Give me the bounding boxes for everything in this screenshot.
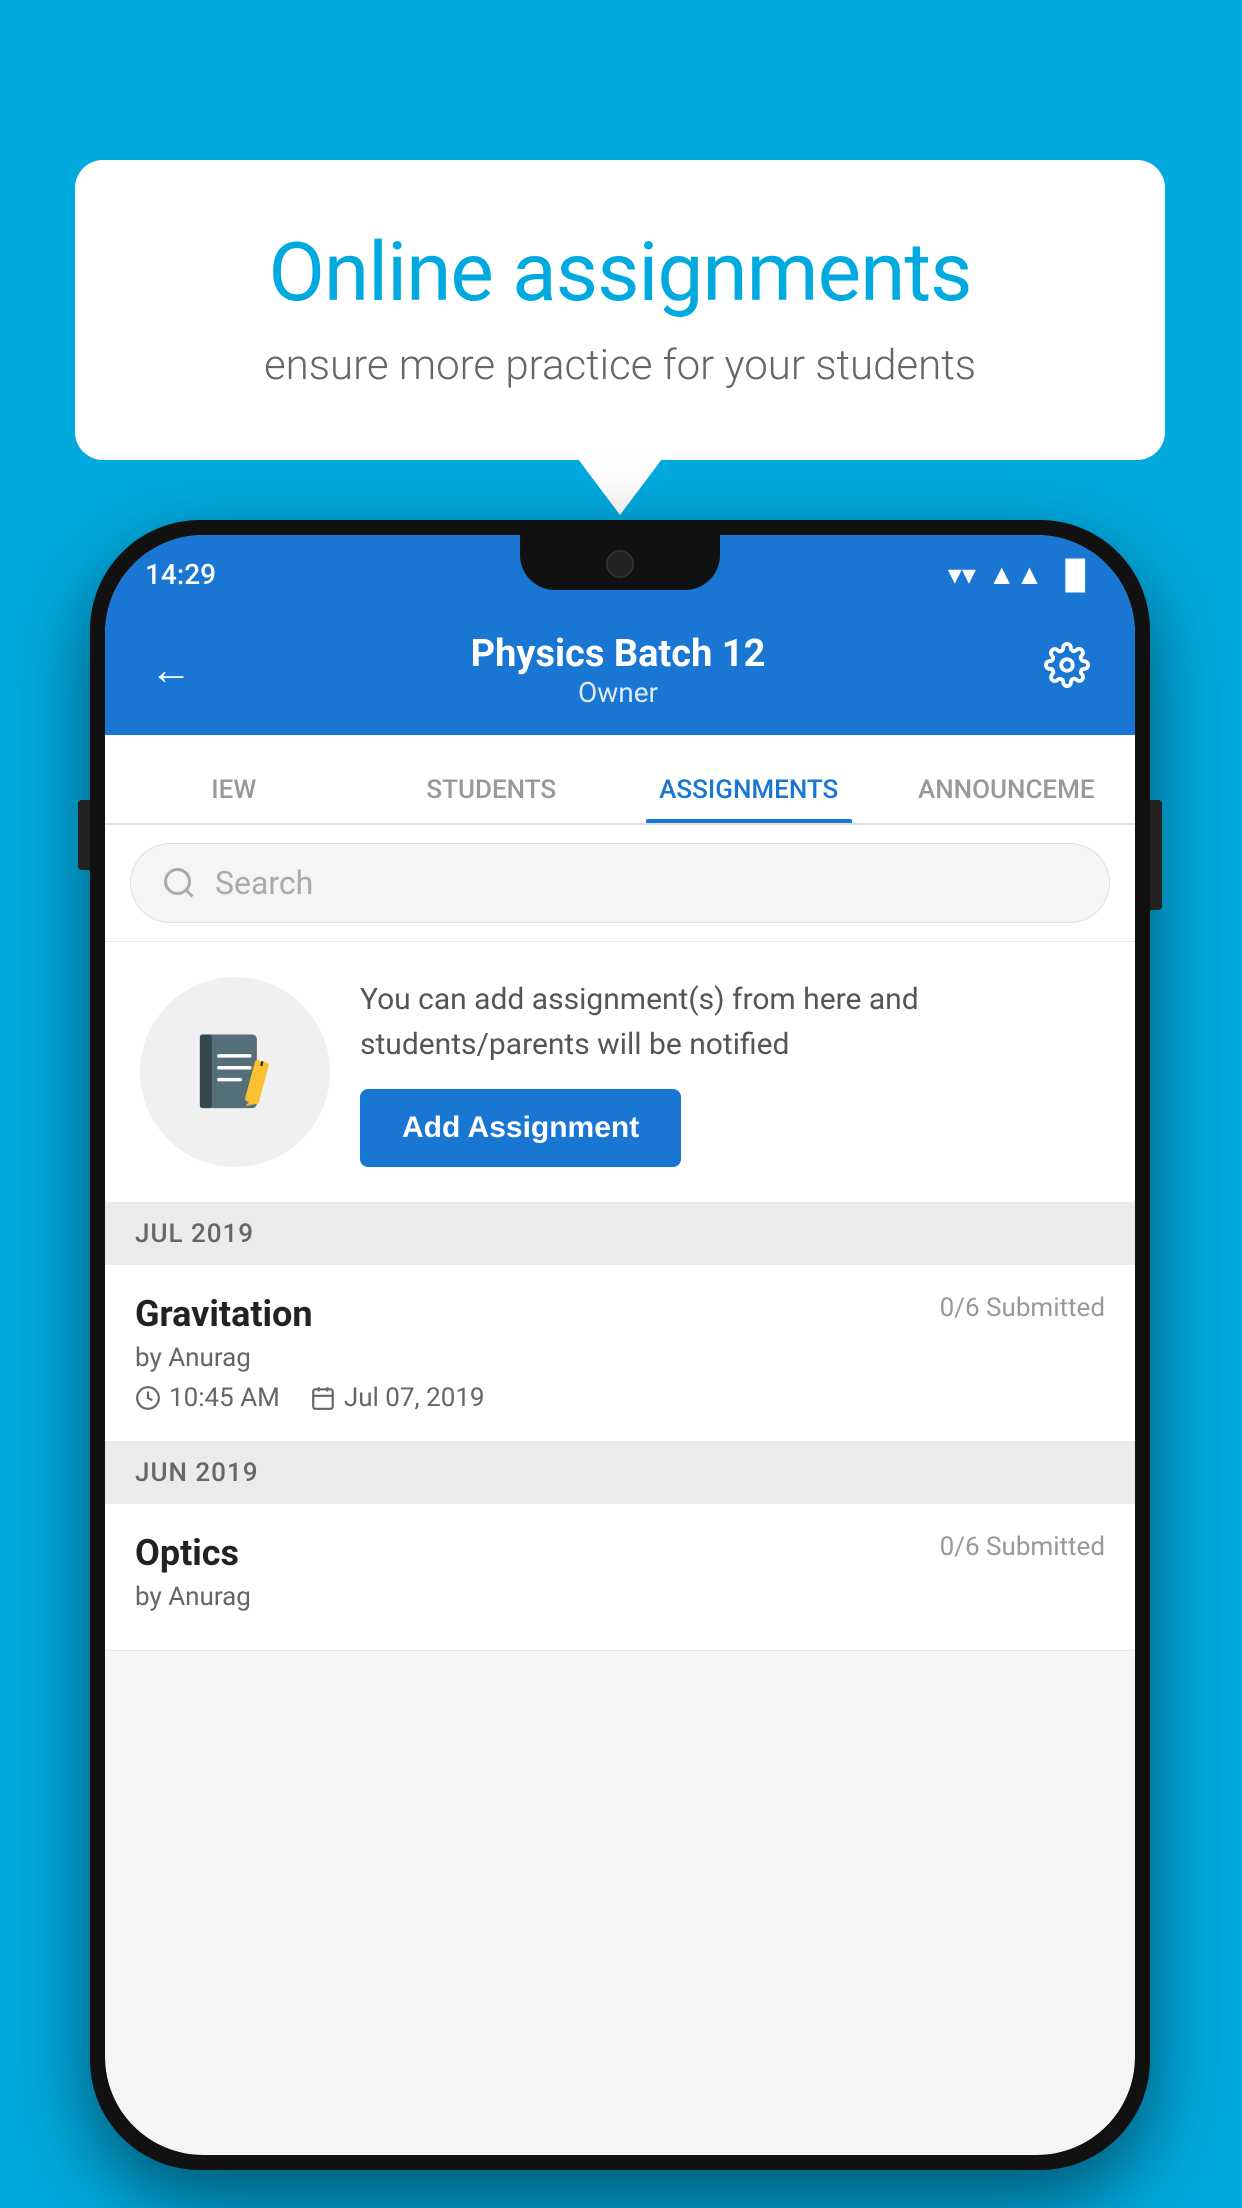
tab-announcements[interactable]: ANNOUNCEME xyxy=(878,775,1136,823)
power-button xyxy=(1150,800,1162,910)
tab-iew[interactable]: IEW xyxy=(105,775,363,823)
clock-icon xyxy=(135,1385,161,1411)
search-icon xyxy=(161,865,197,901)
screen: 14:29 ▾▾ ▲▲ ▐▌ ← Physics Batch 12 Owner xyxy=(105,535,1135,2155)
time-value: 10:45 AM xyxy=(169,1383,280,1413)
assignment-row1: Gravitation 0/6 Submitted xyxy=(135,1293,1105,1335)
wifi-icon: ▾▾ xyxy=(948,558,976,591)
assignment-time: 10:45 AM xyxy=(135,1383,280,1413)
add-assignment-content: You can add assignment(s) from here and … xyxy=(360,977,1100,1167)
tab-assignments[interactable]: ASSIGNMENTS xyxy=(620,775,878,823)
search-placeholder: Search xyxy=(215,864,313,902)
bubble-title: Online assignments xyxy=(150,225,1090,321)
search-container: Search xyxy=(105,825,1135,942)
calendar-icon xyxy=(310,1385,336,1411)
volume-button xyxy=(78,800,90,870)
app-bar-title-container: Physics Batch 12 Owner xyxy=(202,632,1034,709)
tab-students[interactable]: STUDENTS xyxy=(363,775,621,823)
date-value: Jul 07, 2019 xyxy=(344,1383,485,1413)
assignment-submitted: 0/6 Submitted xyxy=(940,1293,1105,1323)
phone-device: 14:29 ▾▾ ▲▲ ▐▌ ← Physics Batch 12 Owner xyxy=(90,520,1150,2170)
assignment-name-optics: Optics xyxy=(135,1532,239,1574)
status-time: 14:29 xyxy=(145,558,216,591)
bubble-subtitle: ensure more practice for your students xyxy=(150,341,1090,390)
battery-icon: ▐▌ xyxy=(1055,558,1095,591)
assignment-meta: 10:45 AM Jul 07, 2019 xyxy=(135,1383,1105,1413)
month-header-jun: JUN 2019 xyxy=(105,1442,1135,1504)
settings-button[interactable] xyxy=(1034,632,1100,709)
notch xyxy=(520,535,720,590)
speech-bubble: Online assignments ensure more practice … xyxy=(75,160,1165,460)
assignment-row1-optics: Optics 0/6 Submitted xyxy=(135,1532,1105,1574)
app-bar-title: Physics Batch 12 xyxy=(202,632,1034,676)
speech-bubble-container: Online assignments ensure more practice … xyxy=(75,160,1165,460)
search-box[interactable]: Search xyxy=(130,843,1110,923)
app-bar-subtitle: Owner xyxy=(202,676,1034,709)
assignment-date: Jul 07, 2019 xyxy=(310,1383,485,1413)
month-header-jul: JUL 2019 xyxy=(105,1203,1135,1265)
camera xyxy=(606,550,634,578)
assignment-icon-circle xyxy=(140,977,330,1167)
gear-icon xyxy=(1044,642,1090,688)
notebook-icon xyxy=(188,1025,283,1120)
tabs-container: IEW STUDENTS ASSIGNMENTS ANNOUNCEME xyxy=(105,735,1135,825)
app-bar: ← Physics Batch 12 Owner xyxy=(105,605,1135,735)
signal-icon: ▲▲ xyxy=(988,558,1043,591)
add-assignment-desc: You can add assignment(s) from here and … xyxy=(360,977,1100,1067)
add-assignment-button[interactable]: Add Assignment xyxy=(360,1089,681,1167)
assignment-by: by Anurag xyxy=(135,1343,1105,1373)
assignment-submitted-optics: 0/6 Submitted xyxy=(940,1532,1105,1562)
add-assignment-section: You can add assignment(s) from here and … xyxy=(105,942,1135,1203)
back-button[interactable]: ← xyxy=(140,636,202,705)
status-icons: ▾▾ ▲▲ ▐▌ xyxy=(948,558,1095,591)
assignment-name: Gravitation xyxy=(135,1293,313,1335)
assignment-item-optics[interactable]: Optics 0/6 Submitted by Anurag xyxy=(105,1504,1135,1651)
assignment-item-gravitation[interactable]: Gravitation 0/6 Submitted by Anurag 10:4… xyxy=(105,1265,1135,1442)
assignment-by-optics: by Anurag xyxy=(135,1582,1105,1612)
phone-inner: 14:29 ▾▾ ▲▲ ▐▌ ← Physics Batch 12 Owner xyxy=(105,535,1135,2155)
